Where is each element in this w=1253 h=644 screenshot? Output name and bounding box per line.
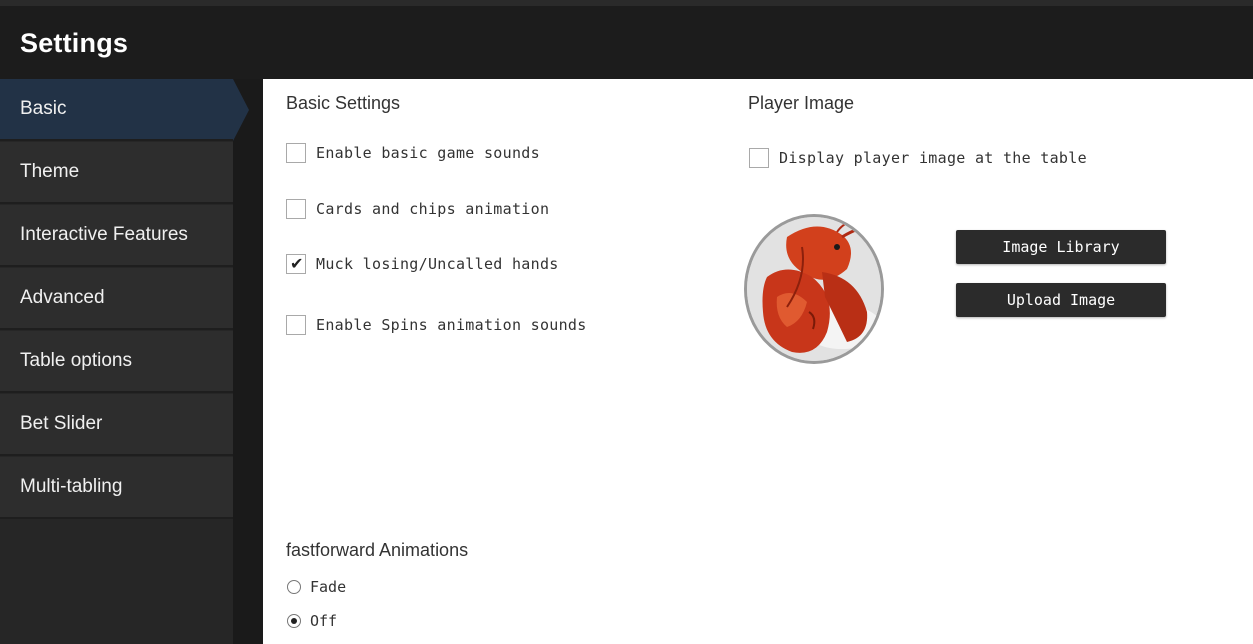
sidebar-empty-area: [0, 521, 233, 644]
off-option[interactable]: Off: [287, 612, 337, 630]
option-label: Muck losing/Uncalled hands: [316, 255, 559, 273]
enable-spins-animation-sounds-checkbox[interactable]: [286, 315, 306, 335]
muck-losing-hands-option[interactable]: ✔ Muck losing/Uncalled hands: [286, 254, 559, 274]
lobster-avatar-image: [747, 217, 881, 361]
sidebar-item-advanced[interactable]: Advanced: [0, 268, 233, 330]
upload-image-button[interactable]: Upload Image: [956, 283, 1166, 317]
enable-basic-game-sounds-option[interactable]: Enable basic game sounds: [286, 143, 540, 163]
sidebar-item-label: Bet Slider: [20, 413, 103, 434]
fastforward-animations-heading: fastforward Animations: [286, 540, 469, 560]
enable-spins-animation-sounds-option[interactable]: Enable Spins animation sounds: [286, 315, 587, 335]
enable-basic-game-sounds-checkbox[interactable]: [286, 143, 306, 163]
checkmark-icon: ✔: [290, 254, 304, 273]
image-library-button[interactable]: Image Library: [956, 230, 1166, 264]
cards-and-chips-animation-option[interactable]: Cards and chips animation: [286, 199, 549, 219]
muck-losing-hands-checkbox[interactable]: ✔: [286, 254, 306, 274]
option-label: Enable basic game sounds: [316, 144, 540, 162]
player-avatar-image: [744, 214, 884, 364]
option-label: Enable Spins animation sounds: [316, 316, 587, 334]
option-label: Display player image at the table: [779, 149, 1087, 167]
sidebar-item-multi-tabling[interactable]: Multi-tabling: [0, 457, 233, 519]
display-player-image-checkbox[interactable]: [749, 148, 769, 168]
sidebar-item-label: Basic: [20, 98, 67, 119]
display-player-image-option[interactable]: Display player image at the table: [749, 148, 1087, 168]
cards-and-chips-animation-checkbox[interactable]: [286, 199, 306, 219]
sidebar-item-label: Advanced: [20, 287, 105, 308]
title-bar: Settings: [0, 0, 1253, 79]
sidebar-item-label: Table options: [20, 350, 132, 371]
fade-radio[interactable]: [287, 580, 301, 594]
basic-settings-heading: Basic Settings: [286, 93, 401, 113]
sidebar-item-theme[interactable]: Theme: [0, 142, 233, 204]
sidebar-item-basic[interactable]: Basic: [0, 79, 249, 141]
option-label: Fade: [310, 578, 347, 596]
sidebar-item-table-options[interactable]: Table options: [0, 331, 233, 393]
window-title: Settings: [20, 28, 129, 58]
top-strip: [0, 0, 1253, 6]
fade-option[interactable]: Fade: [287, 578, 346, 596]
sidebar-item-label: Interactive Features: [20, 224, 188, 245]
sidebar-item-interactive-features[interactable]: Interactive Features: [0, 205, 233, 267]
player-image-heading: Player Image: [748, 93, 855, 113]
option-label: Off: [310, 612, 338, 630]
off-radio[interactable]: [287, 614, 301, 628]
sidebar: Basic Theme Interactive Features Advance…: [0, 79, 249, 644]
sidebar-item-bet-slider[interactable]: Bet Slider: [0, 394, 233, 456]
sidebar-item-label: Multi-tabling: [20, 476, 123, 497]
option-label: Cards and chips animation: [316, 200, 550, 218]
sidebar-item-label: Theme: [20, 161, 80, 182]
